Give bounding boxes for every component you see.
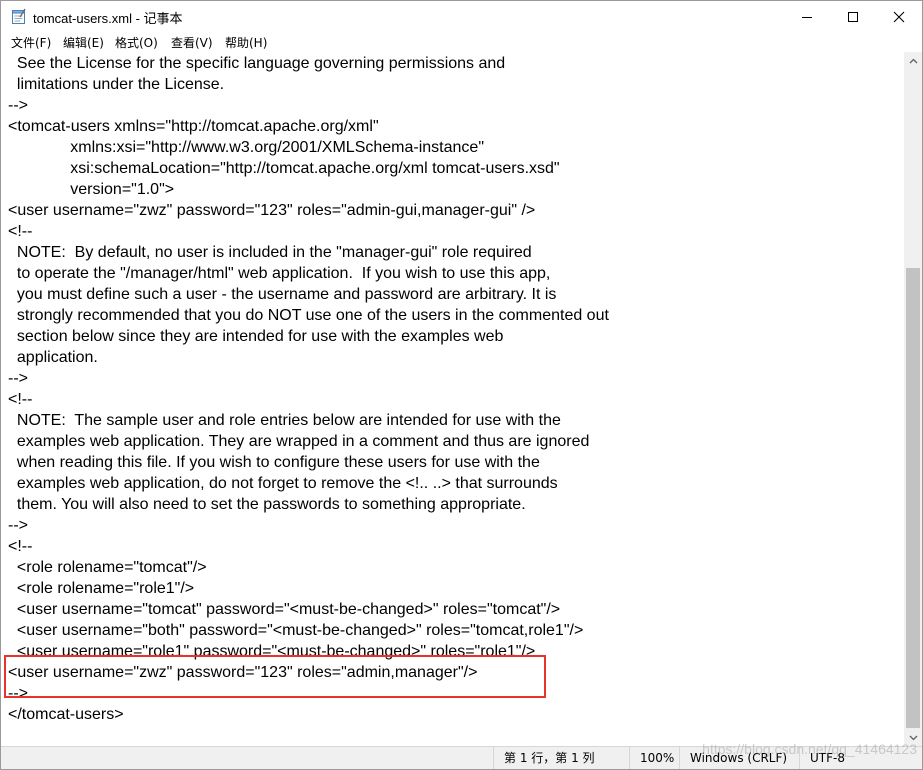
menu-file[interactable]: 文件(F) — [11, 34, 51, 51]
minimize-button[interactable] — [784, 1, 830, 32]
document-text[interactable]: See the License for the specific languag… — [8, 53, 609, 725]
cursor-position: 第 1 行，第 1 列 — [493, 747, 629, 769]
title-bar[interactable]: tomcat-users.xml - 记事本 — [1, 1, 922, 32]
menu-view[interactable]: 查看(V) — [171, 34, 213, 51]
close-button[interactable] — [876, 1, 922, 32]
scrollbar-thumb[interactable] — [906, 268, 920, 728]
zoom-level: 100% — [629, 747, 679, 769]
minimize-icon — [802, 16, 812, 18]
maximize-button[interactable] — [830, 1, 876, 32]
menu-format[interactable]: 格式(O) — [115, 34, 158, 51]
watermark: https://blog.csdn.net/qq_41464123 — [702, 741, 917, 757]
close-icon — [893, 11, 905, 22]
notepad-window: tomcat-users.xml - 记事本 文件(F) 编辑(E) 格式(O)… — [0, 0, 923, 770]
scroll-up-button[interactable] — [904, 52, 922, 69]
window-title: tomcat-users.xml - 记事本 — [33, 11, 183, 26]
text-editor[interactable]: See the License for the specific languag… — [1, 52, 904, 746]
chevron-up-icon — [909, 58, 917, 63]
menu-help[interactable]: 帮助(H) — [225, 34, 267, 51]
vertical-scrollbar[interactable] — [904, 52, 922, 746]
chevron-down-icon — [909, 735, 917, 740]
highlight-annotation — [4, 655, 546, 698]
notepad-icon — [11, 8, 27, 25]
menu-bar: 文件(F) 编辑(E) 格式(O) 查看(V) 帮助(H) — [1, 32, 922, 52]
maximize-icon — [848, 11, 858, 22]
menu-edit[interactable]: 编辑(E) — [63, 34, 104, 51]
